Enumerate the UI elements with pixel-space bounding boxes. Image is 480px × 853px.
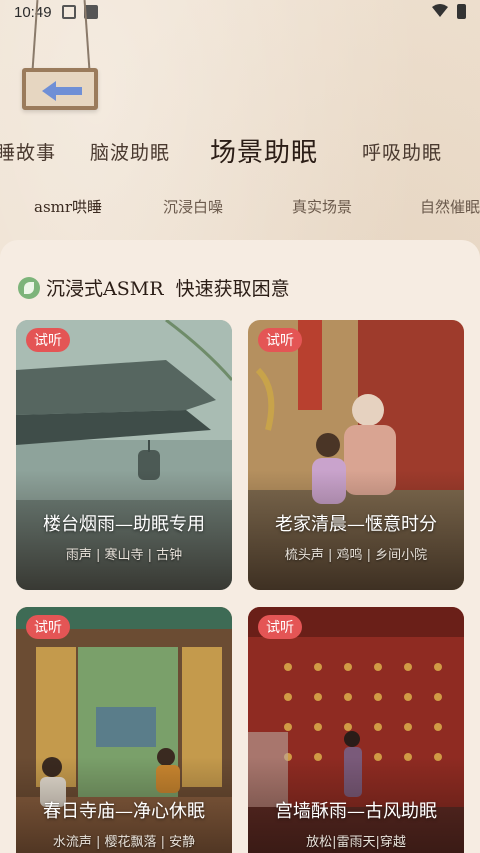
card-tags: 雨声 | 寒山寺 | 古钟 [65, 548, 183, 563]
preview-badge: 试听 [26, 615, 70, 639]
battery-icon [457, 4, 466, 19]
section-title: 沉浸式ASMR 快速获取困意 [46, 278, 290, 300]
section-header: 沉浸式ASMR 快速获取困意 [18, 274, 290, 301]
subtab-white-noise[interactable]: 沉浸白噪 [163, 196, 223, 217]
tab-breathing[interactable]: 呼吸助眠 [362, 138, 442, 165]
tab-scene[interactable]: 场景助眠 [203, 132, 325, 169]
content-panel: 沉浸式ASMR 快速获取困意 试听 楼台烟雨—助眠专用 雨声 | 寒山寺 | 古… [0, 240, 480, 853]
subtab-real-scene[interactable]: 真实场景 [292, 196, 352, 217]
card-tags: 放松|雷雨天|穿越 [306, 835, 406, 850]
preview-badge: 试听 [258, 615, 302, 639]
back-arrow-icon [42, 81, 82, 101]
card-title: 春日寺庙—净心休眠 [43, 801, 205, 822]
status-time: 10:49 [14, 4, 52, 21]
wifi-icon [432, 4, 448, 17]
image-notification-icon [62, 5, 76, 19]
tab-brainwave[interactable]: 脑波助眠 [90, 138, 170, 165]
category-tabs: 睡故事 脑波助眠 场景助眠 呼吸助眠 [0, 138, 480, 178]
status-bar: 10:49 [0, 0, 480, 26]
back-sign[interactable] [22, 68, 98, 110]
preview-badge: 试听 [258, 328, 302, 352]
leaf-icon [18, 276, 40, 299]
scene-card[interactable]: 试听 宫墙酥雨—古风助眠 放松|雷雨天|穿越 [248, 607, 464, 853]
preview-badge: 试听 [26, 328, 70, 352]
card-title: 宫墙酥雨—古风助眠 [275, 801, 437, 822]
scene-card[interactable]: 试听 春日寺庙—净心休眠 水流声 | 樱花飘落 | 安静 [16, 607, 232, 853]
card-title: 老家清晨—惬意时分 [275, 514, 437, 535]
subtab-nature[interactable]: 自然催眠 [420, 196, 480, 217]
scene-card[interactable]: 试听 楼台烟雨—助眠专用 雨声 | 寒山寺 | 古钟 [16, 320, 232, 590]
card-title: 楼台烟雨—助眠专用 [43, 514, 205, 535]
subtab-asmr[interactable]: asmr哄睡 [25, 193, 111, 220]
card-tags: 梳头声 | 鸡鸣 | 乡间小院 [284, 548, 428, 563]
card-tags: 水流声 | 樱花飘落 | 安静 [52, 835, 196, 850]
tab-story[interactable]: 睡故事 [0, 138, 56, 165]
sub-tabs: asmr哄睡 沉浸白噪 真实场景 自然催眠 [0, 192, 480, 222]
scene-card[interactable]: 试听 老家清晨—惬意时分 梳头声 | 鸡鸣 | 乡间小院 [248, 320, 464, 590]
